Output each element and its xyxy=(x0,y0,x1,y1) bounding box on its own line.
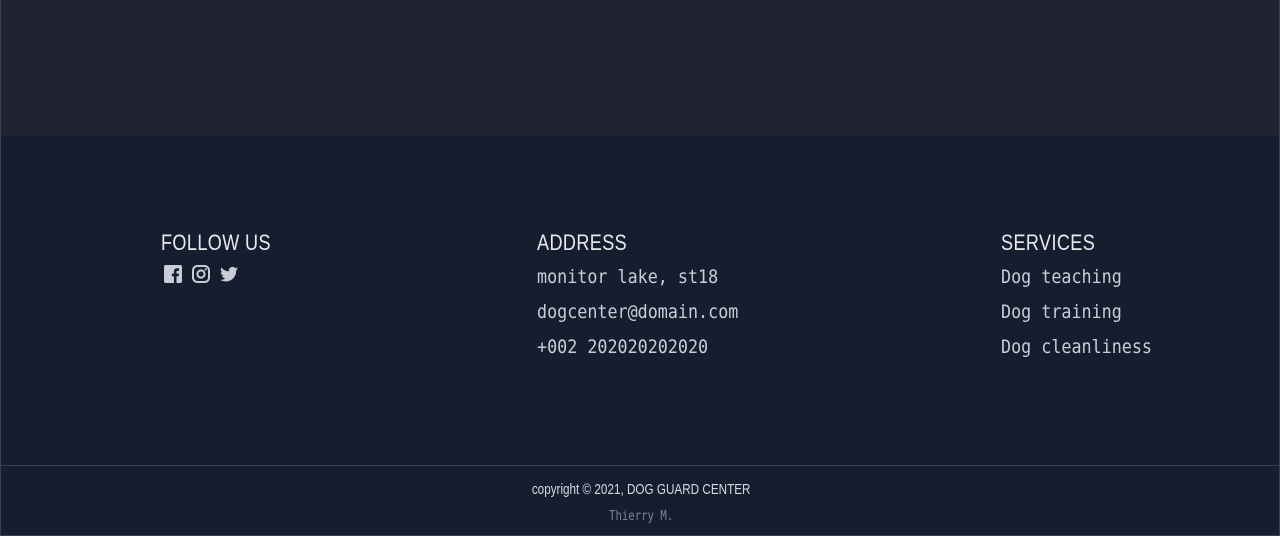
copyright-label: copyright © 2021, DOG GUARD CENTER xyxy=(531,481,751,498)
address-phone[interactable]: +002 202020202020 xyxy=(537,330,738,365)
author-credit: Thierry M. xyxy=(1,508,1280,526)
social-icons xyxy=(163,264,295,284)
top-section-band xyxy=(0,0,1280,136)
address-column: ADDRESS monitor lake, st18 dogcenter@dom… xyxy=(537,228,766,365)
follow-us-column: FOLLOW US xyxy=(161,228,295,284)
service-item-training[interactable]: Dog training xyxy=(1001,295,1152,330)
address-title: ADDRESS xyxy=(537,230,628,255)
footer-divider xyxy=(1,465,1280,466)
site-footer: FOLLOW US ADDRESS monitor lake, st18 dog… xyxy=(0,136,1280,536)
instagram-icon[interactable] xyxy=(191,264,211,284)
services-title: SERVICES xyxy=(1001,230,1096,255)
service-item-teaching[interactable]: Dog teaching xyxy=(1001,260,1152,295)
services-column: SERVICES Dog teaching Dog training Dog c… xyxy=(1001,228,1173,365)
address-email[interactable]: dogcenter@domain.com xyxy=(537,295,738,330)
facebook-icon[interactable] xyxy=(163,264,183,284)
copyright-text: copyright © 2021, DOG GUARD CENTER xyxy=(1,480,1280,500)
service-item-cleanliness[interactable]: Dog cleanliness xyxy=(1001,330,1152,365)
author-name: Thierry M. xyxy=(608,509,674,524)
follow-us-title: FOLLOW US xyxy=(161,230,271,255)
twitter-icon[interactable] xyxy=(219,264,239,284)
address-street: monitor lake, st18 xyxy=(537,266,719,288)
